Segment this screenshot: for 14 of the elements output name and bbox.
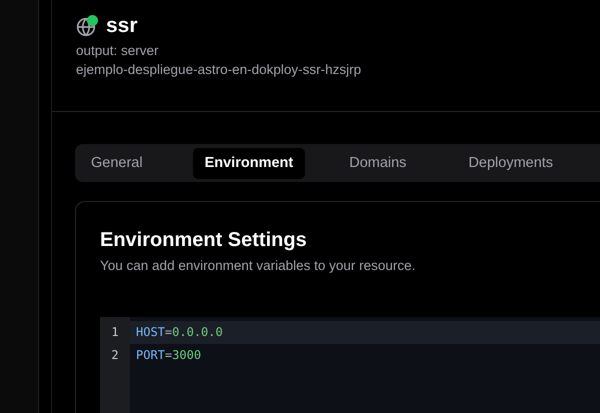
tab[interactable]: Environment: [192, 148, 306, 178]
service-app-id: ejemplo-despliegue-astro-en-dokploy-ssr-hzsjrp: [76, 62, 362, 77]
code-editor[interactable]: 1 2 HOST=0.0.0.0 PORT=3000: [100, 317, 600, 413]
line-number: 1: [110, 324, 120, 341]
tab[interactable]: Domains: [337, 148, 418, 178]
service-name: ssr: [106, 14, 138, 38]
line-number: 2: [110, 347, 120, 364]
tab[interactable]: General: [79, 148, 155, 178]
service-output: output: server: [76, 43, 160, 58]
code-line: PORT=3000: [135, 347, 202, 364]
card-description: You can add environment variables to your resource.: [100, 258, 416, 273]
globe-icon: [76, 17, 96, 37]
card-title: Environment Settings: [100, 229, 308, 252]
tab[interactable]: Deployments: [456, 148, 566, 178]
